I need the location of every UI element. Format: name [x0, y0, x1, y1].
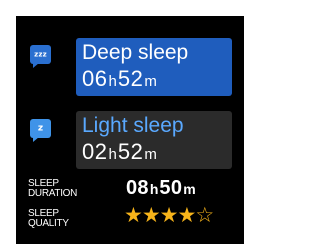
- total-hours: 08: [126, 177, 149, 199]
- sleep-duration-label-line2: DURATION: [28, 187, 78, 200]
- total-hours-unit: h: [149, 181, 159, 197]
- deep-sleep-title: Deep sleep: [82, 41, 189, 64]
- sleep-quality-label: SLEEP QUALITY: [28, 208, 100, 230]
- light-sleep-title: Light sleep: [82, 114, 184, 137]
- light-sleep-card: Light sleep 02h52m: [76, 111, 232, 169]
- light-sleep-hours: 02: [82, 139, 108, 164]
- deep-sleep-card: Deep sleep 06h52m: [76, 38, 232, 96]
- star-filled-icon: ★: [159, 203, 179, 227]
- total-minutes: 50: [159, 177, 183, 199]
- deep-sleep-hours-unit: h: [108, 73, 117, 90]
- sleep-duration-label: SLEEP DURATION: [28, 178, 100, 200]
- star-filled-icon: ★: [177, 203, 196, 227]
- sleep-quality-label-line2: QUALITY: [28, 217, 69, 230]
- deep-sleep-duration: 06h52m: [82, 66, 158, 95]
- deep-sleep-hours: 06: [82, 66, 108, 91]
- deep-sleep-icon-text: zzz: [34, 49, 47, 58]
- star-empty-icon: ☆: [195, 203, 214, 227]
- light-sleep-icon-text: z: [37, 122, 44, 133]
- light-sleep-minutes: 52: [117, 139, 144, 164]
- light-sleep-minutes-unit: m: [144, 146, 157, 163]
- total-minutes-unit: m: [183, 181, 196, 197]
- sleep-quality-rating: ★★★★☆: [124, 203, 214, 227]
- sleep-duration-value: 08h50m: [126, 176, 197, 202]
- deep-sleep-zzz-icon: zzz: [30, 45, 51, 68]
- star-filled-icon: ★: [141, 203, 161, 227]
- light-sleep-hours-unit: h: [108, 146, 117, 163]
- light-sleep-z-icon: z: [30, 119, 51, 142]
- deep-sleep-minutes: 52: [117, 66, 144, 91]
- star-filled-icon: ★: [124, 203, 143, 227]
- deep-sleep-minutes-unit: m: [144, 73, 157, 90]
- sleep-summary-screen: zzz Deep sleep 06h52m z Light sleep 02h5…: [16, 16, 244, 244]
- light-sleep-duration: 02h52m: [82, 139, 158, 168]
